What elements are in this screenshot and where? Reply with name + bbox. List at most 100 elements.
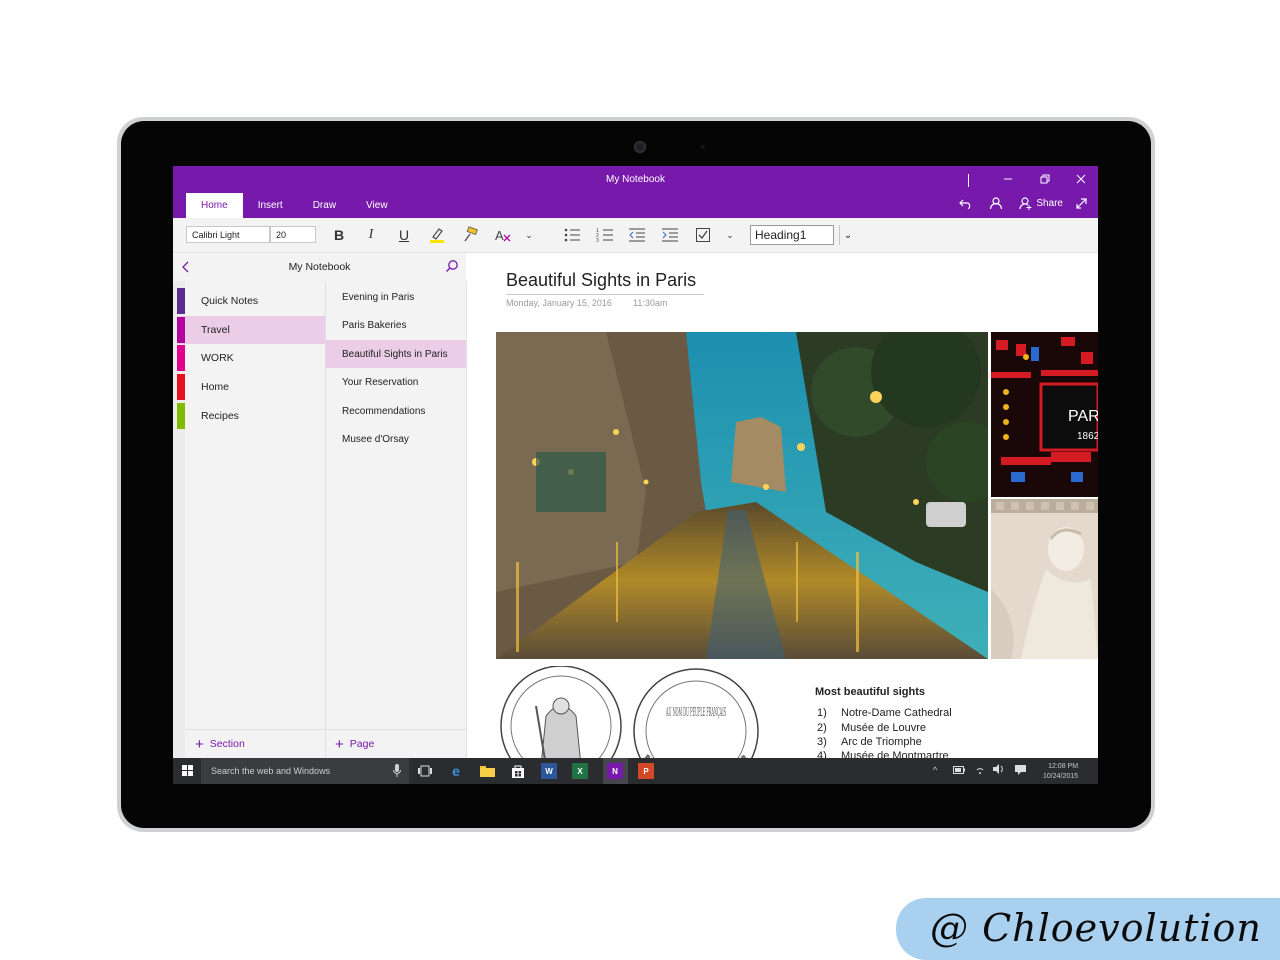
section-item-travel[interactable]: Travel	[177, 316, 325, 344]
minimize-icon[interactable]	[998, 172, 1018, 188]
account-icon[interactable]	[989, 196, 1003, 210]
title-bar: My Notebook Home Insert Draw View Share	[173, 166, 1098, 218]
coin-illustration[interactable]: AU NOM DU PEUPLE FRANÇAIS	[496, 666, 766, 758]
wifi-icon[interactable]	[975, 764, 985, 776]
italic-icon[interactable]: I	[360, 225, 382, 245]
action-center-icon[interactable]	[1015, 765, 1026, 777]
excel-icon[interactable]: X	[572, 763, 588, 779]
stained-glass-year: 1862	[1077, 431, 1098, 442]
watermark: @ Chloevolution	[896, 898, 1280, 960]
section-color-tab	[177, 288, 185, 314]
bold-icon[interactable]: B	[328, 225, 350, 245]
stained-glass-photo[interactable]: PARI 1862	[991, 332, 1098, 497]
plus-icon: +	[335, 735, 344, 753]
sculpture-photo[interactable]	[991, 499, 1098, 659]
page-label: Your Reservation	[342, 377, 419, 388]
style-select[interactable]: Heading1	[750, 225, 834, 245]
bullets-icon[interactable]	[561, 225, 583, 245]
store-icon[interactable]	[510, 763, 526, 779]
section-item-home[interactable]: Home	[177, 373, 325, 401]
chevron-down-icon[interactable]: ⌄	[719, 225, 741, 245]
title-divider	[968, 174, 969, 187]
onenote-icon[interactable]: N	[607, 763, 623, 779]
page-item[interactable]: Musee d'Orsay	[326, 425, 466, 453]
window-title: My Notebook	[606, 174, 665, 185]
outdent-icon[interactable]	[626, 225, 648, 245]
font-name-input[interactable]: Calibri Light	[186, 226, 270, 243]
page-date: Monday, January 15, 2016	[506, 298, 612, 308]
highlight-icon[interactable]	[426, 225, 448, 245]
taskbar-search-placeholder: Search the web and Windows	[211, 766, 331, 776]
taskbar-search-box[interactable]: Search the web and Windows	[201, 758, 409, 784]
title-underline	[506, 294, 704, 295]
windows-taskbar: Search the web and Windows e W X N P ^ 1…	[173, 758, 1098, 784]
powerpoint-icon[interactable]: P	[638, 763, 654, 779]
list-text: Arc de Triomphe	[841, 736, 922, 748]
numbering-icon[interactable]: 123	[594, 225, 616, 245]
microphone-icon[interactable]	[393, 764, 401, 780]
format-painter-icon[interactable]	[459, 225, 481, 245]
close-icon[interactable]	[1071, 172, 1091, 188]
tab-view[interactable]: View	[351, 193, 403, 218]
tab-home[interactable]: Home	[186, 193, 243, 218]
battery-icon[interactable]	[953, 766, 965, 776]
text-style-icon[interactable]: A	[492, 225, 514, 245]
todo-checkbox-icon[interactable]	[692, 225, 714, 245]
section-label: WORK	[201, 352, 234, 364]
watermark-text: @ Chloevolution	[930, 906, 1262, 950]
clock-date: 10/24/2015	[1043, 773, 1079, 780]
word-icon[interactable]: W	[541, 763, 557, 779]
page-item[interactable]: Evening in Paris	[326, 283, 466, 311]
stained-glass-text: PARI	[1068, 408, 1098, 425]
page-label: Recommendations	[342, 406, 426, 417]
restore-icon[interactable]	[1035, 172, 1055, 188]
search-icon[interactable]	[445, 259, 459, 276]
list-item[interactable]: 3) Arc de Triomphe	[817, 736, 922, 748]
section-item-recipes[interactable]: Recipes	[177, 402, 325, 430]
page-item[interactable]: Paris Bakeries	[326, 311, 466, 339]
chevron-down-icon[interactable]: ⌄	[518, 225, 540, 245]
add-section-button[interactable]: + Section	[195, 730, 245, 758]
page-item[interactable]: Recommendations	[326, 397, 466, 425]
indent-icon[interactable]	[659, 225, 681, 245]
taskbar-clock[interactable]: 12:08 PM 10/24/2015	[1043, 762, 1078, 782]
svg-text:A: A	[495, 228, 504, 243]
section-item-work[interactable]: WORK	[177, 344, 325, 372]
windows-start-icon[interactable]	[182, 765, 193, 779]
share-button[interactable]: Share	[1019, 196, 1063, 210]
section-color-tab	[177, 403, 185, 429]
task-view-icon[interactable]	[417, 763, 433, 779]
section-item-quick-notes[interactable]: Quick Notes	[177, 287, 325, 315]
add-page-label: Page	[349, 738, 375, 750]
add-page-button[interactable]: + Page	[335, 730, 374, 758]
chevron-down-icon[interactable]: ⌄	[839, 225, 856, 245]
paris-street-photo[interactable]	[496, 332, 988, 659]
list-item[interactable]: 1) Notre-Dame Cathedral	[817, 707, 952, 719]
font-size-input[interactable]: 20	[270, 226, 316, 243]
page-item[interactable]: Beautiful Sights in Paris	[326, 340, 466, 368]
chevron-up-icon[interactable]: ^	[933, 765, 937, 775]
share-person-icon	[1019, 197, 1032, 210]
tab-draw[interactable]: Draw	[298, 193, 351, 218]
add-section-label: Section	[209, 738, 245, 750]
undo-icon[interactable]	[959, 197, 973, 209]
page-label: Paris Bakeries	[342, 320, 407, 331]
notebook-title[interactable]: My Notebook	[173, 261, 466, 273]
ribbon-tabs: Home Insert Draw View	[186, 193, 403, 218]
edge-icon[interactable]: e	[448, 763, 464, 779]
volume-icon[interactable]	[993, 764, 1005, 776]
tab-insert[interactable]: Insert	[243, 193, 298, 218]
section-label: Recipes	[201, 410, 239, 422]
fullscreen-icon[interactable]	[1075, 197, 1088, 210]
sights-list-title[interactable]: Most beautiful sights	[815, 686, 925, 698]
page-title[interactable]: Beautiful Sights in Paris	[506, 270, 696, 291]
page-item[interactable]: Your Reservation	[326, 368, 466, 396]
list-item[interactable]: 2) Musée de Louvre	[817, 722, 926, 734]
camera-icon	[634, 141, 646, 153]
list-number: 3)	[817, 736, 827, 748]
list-text: Musée de Louvre	[841, 722, 926, 734]
underline-icon[interactable]: U	[393, 225, 415, 245]
file-explorer-icon[interactable]	[479, 763, 495, 779]
page-label: Beautiful Sights in Paris	[342, 349, 448, 360]
sensor-dot	[701, 145, 705, 149]
